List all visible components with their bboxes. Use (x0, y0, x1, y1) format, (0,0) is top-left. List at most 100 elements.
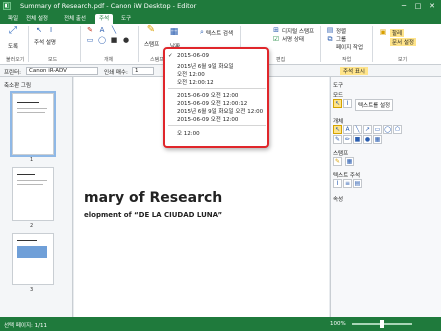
signature-check-icon[interactable]: ☑ (272, 35, 280, 43)
arrange-button[interactable]: 정렬 (336, 27, 346, 35)
set-text-button[interactable]: 텍스트를 설정 (355, 99, 394, 111)
date-format-dropdown: ✓ 2015-06-09 2015년 6월 9일 화요일 오전 12:00 오전… (163, 47, 269, 148)
group-label-0: 불러오기 (6, 57, 25, 63)
page-number-1: 1 (30, 157, 34, 163)
status-bar: 선택 페이지: 1/11 100% (0, 317, 441, 331)
maximize-button[interactable]: □ (413, 1, 423, 11)
text-icon[interactable]: A (98, 26, 106, 34)
rectangle-icon[interactable]: ▭ (86, 36, 94, 44)
view-btn-2[interactable]: 문서 설정 (390, 38, 416, 46)
date-format-option[interactable]: 2015-06-09 오전 12:00 (177, 115, 238, 123)
note-tool-2[interactable]: ≡ (343, 179, 352, 188)
zoom-label[interactable]: 도록 (8, 42, 18, 50)
group-icon[interactable]: ⧉ (326, 35, 334, 43)
ellipse-tool[interactable]: ◯ (383, 125, 392, 134)
group-button[interactable]: 그룹 (336, 35, 346, 43)
thumbnail-page-2[interactable] (12, 167, 54, 221)
image-tool[interactable]: ▦ (373, 135, 382, 144)
zoom-slider-handle[interactable] (380, 320, 384, 328)
rect-tool[interactable]: ▭ (373, 125, 382, 134)
date-format-option[interactable]: 2015-06-09 (177, 53, 209, 59)
ellipse-icon[interactable]: ◯ (98, 36, 106, 44)
text-select-icon[interactable]: Ⅰ (46, 26, 56, 34)
printer-label: 프린터: (4, 70, 22, 76)
date-format-option[interactable]: 오전 12:00 (177, 70, 205, 78)
thumbnail-pane: 축소판 그림 1 2 3 (0, 77, 73, 317)
search-icon[interactable]: ⌕ (198, 28, 206, 36)
stamp-icon[interactable]: ✎ (145, 25, 157, 35)
stamp-status[interactable]: 서명 상태 (282, 35, 304, 43)
annotate-label[interactable]: 주석 설명 (34, 38, 56, 46)
line-tool[interactable]: ╲ (353, 125, 362, 134)
tab-output[interactable]: 전체 출선 (60, 14, 90, 24)
status-page: 선택 페이지: 1/11 (4, 323, 48, 329)
mode-label: 모드 (333, 93, 344, 99)
document-subtitle: elopment of “DE LA CIUDAD LUNA” (84, 211, 223, 219)
page-action-button[interactable]: 페이지 작업 (336, 43, 363, 51)
app-icon: ◧ (3, 2, 11, 10)
group-label-2: 개체 (104, 57, 114, 63)
tool-pane-title: 도구 (333, 83, 344, 89)
object-select-tool[interactable]: ↖ (333, 125, 342, 134)
date-format-option[interactable]: 2015년 6월 9일 화요일 오전 12:00 (177, 107, 263, 115)
pen-icon[interactable]: ✎ (86, 26, 94, 34)
copies-label: 인쇄 매수: (104, 70, 128, 76)
arrow-tool[interactable]: ↗ (363, 125, 372, 134)
note-tool-1[interactable]: Ⅰ (333, 179, 342, 188)
tool-pane: 도구 모드 ↖ Ⅰ 텍스트를 설정 개체 ↖ A ╲ ↗ ▭ ◯ ⬠ ✎ ✏ ■… (330, 77, 441, 317)
zoom-level[interactable]: 100% (330, 321, 346, 327)
select-icon[interactable]: ↖ (34, 26, 44, 34)
page-number-2: 2 (30, 223, 34, 229)
text-tool[interactable]: A (343, 125, 352, 134)
pen-tool[interactable]: ✎ (333, 135, 342, 144)
title-bar: ◧ Summary of Research.pdf - Canon iW Des… (0, 0, 441, 13)
date-stamp-tool[interactable]: ▦ (345, 157, 354, 166)
date-stamp-icon[interactable]: ▦ (168, 28, 180, 37)
document-title: mary of Research (84, 190, 223, 206)
group-label-5: 작업 (342, 57, 352, 63)
digital-stamp-icon[interactable]: ⊞ (272, 26, 280, 34)
date-format-option[interactable]: 2015-06-09 오전 12:00 (177, 91, 238, 99)
marker-tool[interactable]: ✏ (343, 135, 352, 144)
polygon-tool[interactable]: ⬠ (393, 125, 402, 134)
view-btn-1[interactable]: 할레 (390, 29, 405, 37)
thumbnail-page-3[interactable] (12, 233, 54, 285)
view-icon[interactable]: ▣ (378, 28, 388, 36)
annotation-display-toggle[interactable]: 주석 표시 (340, 67, 368, 75)
filled-shape-icon[interactable]: ■ (110, 36, 118, 44)
fill-icon[interactable]: ● (122, 36, 130, 44)
date-format-option[interactable]: 2015년 6월 9일 화요일 (177, 62, 234, 70)
group-label-6: 보기 (398, 57, 408, 63)
objects-label: 개체 (333, 119, 344, 125)
group-label-3: 스탬프 (150, 57, 164, 63)
copies-input[interactable]: 1 (132, 67, 154, 75)
line-icon[interactable]: ╲ (110, 26, 118, 34)
date-format-option[interactable]: 2015-06-09 오전 12:00:12 (177, 99, 247, 107)
window-title: Summary of Research.pdf - Canon iW Deskt… (20, 2, 197, 10)
note-tool-3[interactable]: ▤ (353, 179, 362, 188)
digital-stamp[interactable]: 디지털 스탬프 (282, 27, 314, 35)
tab-file[interactable]: 파일 (4, 14, 22, 24)
arrange-icon[interactable]: ▤ (326, 26, 334, 34)
select-tool[interactable]: ↖ (333, 99, 342, 108)
filled-rect-tool[interactable]: ■ (353, 135, 362, 144)
tab-settings[interactable]: 전체 설정 (22, 14, 52, 24)
stamp-tool[interactable]: ✎ (333, 157, 342, 166)
tab-tools[interactable]: 도구 (117, 14, 135, 24)
stamp-label[interactable]: 스탬프 (144, 40, 159, 48)
minimize-button[interactable]: ─ (399, 1, 409, 11)
stamp-section-label: 스탬프 (333, 151, 349, 157)
thumbnail-page-1[interactable] (10, 91, 56, 157)
text-select-tool[interactable]: Ⅰ (343, 99, 352, 108)
close-button[interactable]: ✕ (427, 1, 437, 11)
text-search[interactable]: 텍스트 검색 (206, 29, 233, 37)
ribbon-tabs: 파일 전체 설정 전체 출선 주석 도구 (0, 13, 441, 24)
filled-ellipse-tool[interactable]: ● (363, 135, 372, 144)
properties-label: 속성 (333, 197, 344, 203)
date-format-option[interactable]: 오전 12:00:12 (177, 78, 214, 86)
tab-annotation[interactable]: 주석 (95, 14, 114, 24)
printer-select[interactable]: Canon iR-ADV (26, 67, 98, 75)
zoom-icon[interactable]: ⤢ (6, 26, 20, 36)
thumbnail-pane-title: 축소판 그림 (4, 83, 32, 89)
date-format-option[interactable]: 오 12:00 (177, 129, 200, 137)
